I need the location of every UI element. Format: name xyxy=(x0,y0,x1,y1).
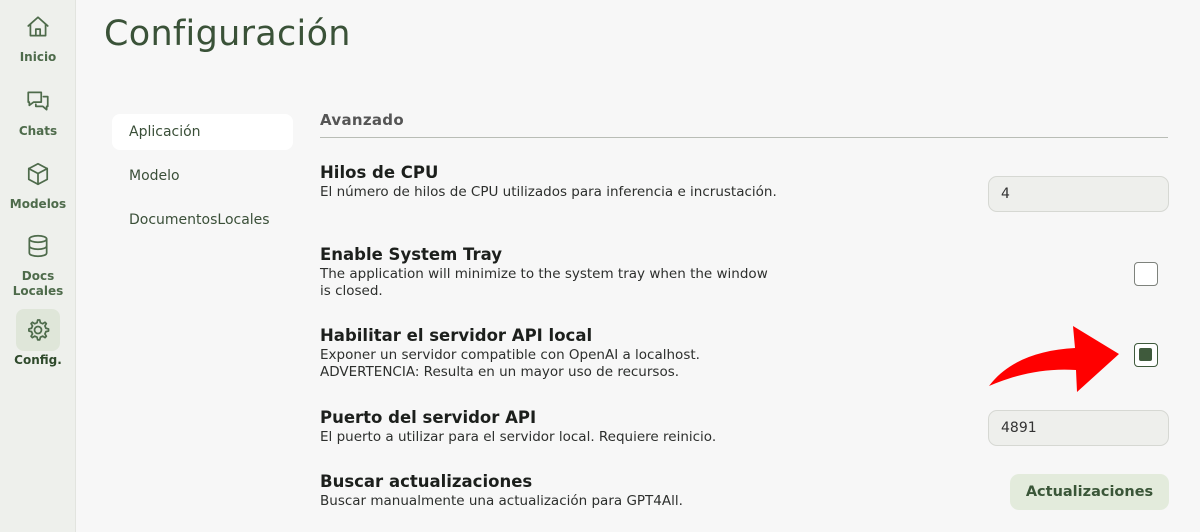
system-tray-checkbox[interactable] xyxy=(1134,262,1158,286)
section-header: Avanzado xyxy=(320,108,1168,138)
nav-item-config[interactable]: Config. xyxy=(0,309,76,368)
setting-system-tray: Enable System Tray The application will … xyxy=(320,245,800,300)
setting-title: Puerto del servidor API xyxy=(320,408,537,427)
setting-cpu-threads: Hilos de CPU El número de hilos de CPU u… xyxy=(320,163,800,201)
subnav-item-aplicacion[interactable]: Aplicación xyxy=(112,114,293,150)
nav-item-label: Config. xyxy=(14,353,62,367)
setting-description: Buscar manualmente una actualización par… xyxy=(320,493,683,509)
setting-title: Habilitar el servidor API local xyxy=(320,326,593,345)
setting-title: Buscar actualizaciones xyxy=(320,472,533,491)
nav-rail: Inicio Chats Modelos Docs Locales Config… xyxy=(0,0,76,532)
page-title: Configuración xyxy=(104,14,351,54)
nav-item-label: Modelos xyxy=(9,197,67,211)
nav-item-label: Chats xyxy=(18,124,58,138)
setting-description: El puerto a utilizar para el servidor lo… xyxy=(320,429,717,445)
home-icon xyxy=(16,6,60,48)
setting-description: El número de hilos de CPU utilizados par… xyxy=(320,184,777,200)
check-updates-button[interactable]: Actualizaciones xyxy=(1010,474,1169,510)
nav-item-inicio[interactable]: Inicio xyxy=(0,6,76,65)
setting-title: Enable System Tray xyxy=(320,245,502,264)
gear-icon xyxy=(16,309,60,351)
nav-item-label: Inicio xyxy=(19,50,57,64)
subnav-item-modelo[interactable]: Modelo xyxy=(112,158,293,194)
setting-title: Hilos de CPU xyxy=(320,163,439,182)
setting-description: Exponer un servidor compatible con OpenA… xyxy=(320,347,700,380)
setting-api-port: Puerto del servidor API El puerto a util… xyxy=(320,408,800,446)
nav-item-label-line1: Docs xyxy=(21,269,55,283)
annotation-arrow-icon xyxy=(989,326,1119,392)
subnav-item-documentos-locales[interactable]: DocumentosLocales xyxy=(112,202,293,238)
api-port-input[interactable]: 4891 xyxy=(988,410,1169,446)
chat-icon xyxy=(16,80,60,122)
setting-description: The application will minimize to the sys… xyxy=(320,266,768,299)
cube-icon xyxy=(16,153,60,195)
cpu-threads-input[interactable]: 4 xyxy=(988,176,1169,212)
nav-item-modelos[interactable]: Modelos xyxy=(0,153,76,212)
setting-check-updates: Buscar actualizaciones Buscar manualment… xyxy=(320,472,800,510)
section-title: Avanzado xyxy=(320,111,404,129)
nav-item-chats[interactable]: Chats xyxy=(0,80,76,139)
setting-local-api-server: Habilitar el servidor API local Exponer … xyxy=(320,326,800,381)
nav-item-label-line2: Locales xyxy=(12,284,64,298)
database-icon xyxy=(16,225,60,267)
local-api-server-checkbox[interactable] xyxy=(1134,343,1158,367)
nav-item-docs-locales[interactable]: Docs Locales xyxy=(0,225,76,299)
